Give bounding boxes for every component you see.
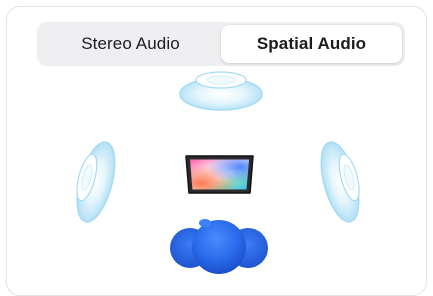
audio-mode-segmented-control: Stereo Audio Spatial Audio (37, 22, 405, 66)
stereo-audio-option[interactable]: Stereo Audio (40, 25, 221, 63)
spatial-audio-option[interactable]: Spatial Audio (221, 25, 402, 63)
